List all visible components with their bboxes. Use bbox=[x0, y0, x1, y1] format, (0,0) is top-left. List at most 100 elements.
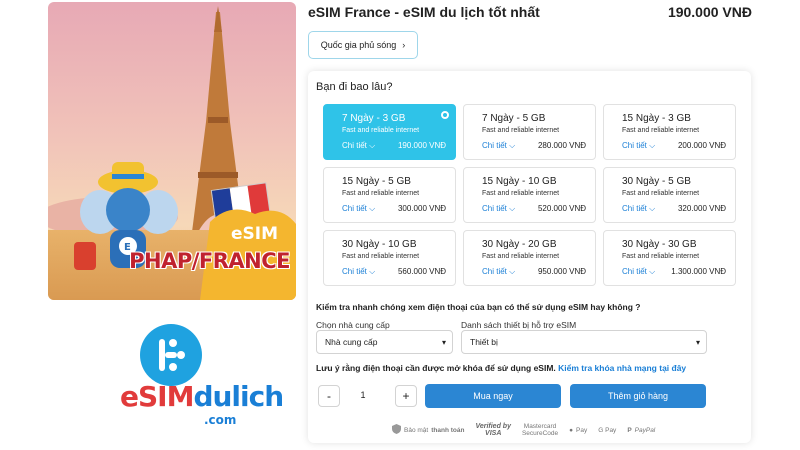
chevron-right-icon: › bbox=[402, 40, 406, 50]
logo-domain: .com bbox=[204, 413, 237, 427]
buy-now-button[interactable]: Mua ngay bbox=[425, 384, 561, 408]
apple-icon: ● bbox=[569, 426, 574, 434]
plan-name: 30 Ngày - 20 GB bbox=[482, 239, 557, 250]
logo-text-dulich: dulich bbox=[193, 380, 284, 413]
provider-select[interactable]: Nhà cung cấp ▾ bbox=[316, 330, 453, 354]
plan-price: 190.000 VNĐ bbox=[397, 141, 446, 150]
device-label: Danh sách thiết bị hỗ trợ eSIM bbox=[461, 320, 577, 330]
chevron-down-icon: ⌵ bbox=[369, 204, 376, 213]
provider-label: Chọn nhà cung cấp bbox=[316, 320, 390, 330]
plan-subtitle: Fast and reliable internet bbox=[622, 253, 700, 260]
plan-card[interactable]: 30 Ngày - 30 GB Fast and reliable intern… bbox=[603, 230, 736, 286]
plan-detail-link[interactable]: Chi tiết ⌵ bbox=[342, 204, 375, 214]
secure-payment-badge: Bảo mật thanh toán bbox=[392, 424, 464, 436]
chevron-down-icon: ⌵ bbox=[509, 204, 516, 213]
plan-card[interactable]: 7 Ngày - 5 GB Fast and reliable internet… bbox=[463, 104, 596, 160]
coverage-button-label: Quốc gia phủ sóng bbox=[320, 40, 397, 50]
chevron-down-icon: ⌵ bbox=[369, 141, 376, 150]
chevron-down-icon: ▾ bbox=[695, 338, 700, 347]
chevron-down-icon: ⌵ bbox=[369, 267, 376, 276]
product-image: E eSIM PHAP/FRANCE bbox=[48, 2, 296, 300]
plan-card[interactable]: 15 Ngày - 5 GB Fast and reliable interne… bbox=[323, 167, 456, 223]
plan-card[interactable]: 30 Ngày - 5 GB Fast and reliable interne… bbox=[603, 167, 736, 223]
paypal-icon: P bbox=[627, 426, 632, 434]
hero-destination-text: PHAP/FRANCE bbox=[129, 249, 290, 273]
plan-name: 15 Ngày - 10 GB bbox=[482, 176, 557, 187]
paypal-badge: P PayPal bbox=[627, 426, 656, 434]
product-page: E eSIM PHAP/FRANCE eSIMdulich .com eSIM … bbox=[0, 0, 800, 450]
plan-price: 200.000 VNĐ bbox=[677, 141, 726, 150]
product-title: eSIM France - eSIM du lịch tốt nhất bbox=[308, 4, 540, 20]
plan-detail-link[interactable]: Chi tiết ⌵ bbox=[342, 141, 375, 151]
logo-wordmark: eSIMdulich bbox=[120, 380, 284, 413]
plan-detail-link[interactable]: Chi tiết ⌵ bbox=[622, 267, 655, 277]
mastercard-securecode-badge: Mastercard SecureCode bbox=[521, 423, 559, 437]
chevron-down-icon: ⌵ bbox=[509, 141, 516, 150]
plan-name: 30 Ngày - 30 GB bbox=[622, 239, 697, 250]
plan-detail-link[interactable]: Chi tiết ⌵ bbox=[622, 141, 655, 151]
plan-price: 950.000 VNĐ bbox=[537, 267, 586, 276]
plan-name: 7 Ngày - 3 GB bbox=[342, 113, 406, 124]
hero-esim-text: eSIM bbox=[230, 224, 278, 244]
plan-subtitle: Fast and reliable internet bbox=[622, 127, 700, 134]
selected-radio-icon bbox=[441, 111, 449, 119]
plan-price: 520.000 VNĐ bbox=[537, 204, 586, 213]
plan-price: 1.300.000 VNĐ bbox=[671, 267, 726, 276]
provider-select-value: Nhà cung cấp bbox=[325, 337, 378, 347]
chevron-down-icon: ⌵ bbox=[649, 267, 656, 276]
plan-price: 300.000 VNĐ bbox=[397, 204, 446, 213]
plan-subtitle: Fast and reliable internet bbox=[622, 190, 700, 197]
plan-card[interactable]: 15 Ngày - 3 GB Fast and reliable interne… bbox=[603, 104, 736, 160]
logo-mark-icon bbox=[140, 324, 202, 386]
google-pay-badge: G Pay bbox=[598, 426, 617, 434]
unlock-note-text: Lưu ý rằng điện thoại cần được mở khóa đ… bbox=[316, 363, 556, 373]
plan-detail-link[interactable]: Chi tiết ⌵ bbox=[482, 267, 515, 277]
logo-text-esim: eSIM bbox=[120, 380, 194, 413]
add-to-cart-button[interactable]: Thêm giỏ hàng bbox=[570, 384, 706, 408]
verified-by-visa-badge: Verified by VISA bbox=[475, 423, 511, 437]
plan-name: 15 Ngày - 5 GB bbox=[342, 176, 411, 187]
plan-name: 15 Ngày - 3 GB bbox=[622, 113, 691, 124]
plan-card[interactable]: 15 Ngày - 10 GB Fast and reliable intern… bbox=[463, 167, 596, 223]
plan-card[interactable]: 30 Ngày - 10 GB Fast and reliable intern… bbox=[323, 230, 456, 286]
plan-subtitle: Fast and reliable internet bbox=[342, 127, 420, 134]
plan-detail-link[interactable]: Chi tiết ⌵ bbox=[482, 204, 515, 214]
unlock-note: Lưu ý rằng điện thoại cần được mở khóa đ… bbox=[316, 363, 686, 373]
duration-question: Bạn đi bao lâu? bbox=[316, 81, 393, 93]
plan-panel: Bạn đi bao lâu? 7 Ngày - 3 GB Fast and r… bbox=[308, 71, 751, 443]
plan-name: 7 Ngày - 5 GB bbox=[482, 113, 546, 124]
chevron-down-icon: ⌵ bbox=[649, 204, 656, 213]
device-select-value: Thiết bị bbox=[470, 337, 498, 347]
chevron-down-icon: ⌵ bbox=[509, 267, 516, 276]
esimdulich-logo[interactable]: eSIMdulich .com bbox=[120, 320, 284, 427]
plan-detail-link[interactable]: Chi tiết ⌵ bbox=[482, 141, 515, 151]
coverage-button[interactable]: Quốc gia phủ sóng › bbox=[308, 31, 418, 59]
logo-e-icon bbox=[159, 339, 185, 371]
device-select[interactable]: Thiết bị ▾ bbox=[461, 330, 707, 354]
plan-subtitle: Fast and reliable internet bbox=[482, 190, 560, 197]
chevron-down-icon: ⌵ bbox=[649, 141, 656, 150]
quantity-decrease-button[interactable]: - bbox=[318, 385, 340, 407]
plan-subtitle: Fast and reliable internet bbox=[342, 190, 420, 197]
carrier-lock-link[interactable]: Kiểm tra khóa nhà mạng tại đây bbox=[558, 363, 686, 373]
plan-subtitle: Fast and reliable internet bbox=[342, 253, 420, 260]
payment-badges: Bảo mật thanh toán Verified by VISA Maste… bbox=[392, 421, 655, 439]
plan-price: 320.000 VNĐ bbox=[677, 204, 726, 213]
plan-subtitle: Fast and reliable internet bbox=[482, 253, 560, 260]
plan-price: 560.000 VNĐ bbox=[397, 267, 446, 276]
chevron-down-icon: ▾ bbox=[441, 338, 446, 347]
plan-price: 280.000 VNĐ bbox=[537, 141, 586, 150]
plan-detail-link[interactable]: Chi tiết ⌵ bbox=[622, 204, 655, 214]
quantity-value[interactable]: 1 bbox=[353, 390, 373, 400]
product-price: 190.000 VNĐ bbox=[667, 4, 752, 20]
plan-subtitle: Fast and reliable internet bbox=[482, 127, 560, 134]
plan-card[interactable]: 30 Ngày - 20 GB Fast and reliable intern… bbox=[463, 230, 596, 286]
plan-detail-link[interactable]: Chi tiết ⌵ bbox=[342, 267, 375, 277]
compat-heading: Kiểm tra nhanh chóng xem điện thoại của … bbox=[316, 302, 641, 312]
quantity-increase-button[interactable]: + bbox=[395, 385, 417, 407]
shield-icon bbox=[392, 424, 401, 436]
plan-card[interactable]: 7 Ngày - 3 GB Fast and reliable internet… bbox=[323, 104, 456, 160]
apple-pay-badge: ● Pay bbox=[569, 426, 588, 434]
plan-name: 30 Ngày - 5 GB bbox=[622, 176, 691, 187]
plan-name: 30 Ngày - 10 GB bbox=[342, 239, 417, 250]
